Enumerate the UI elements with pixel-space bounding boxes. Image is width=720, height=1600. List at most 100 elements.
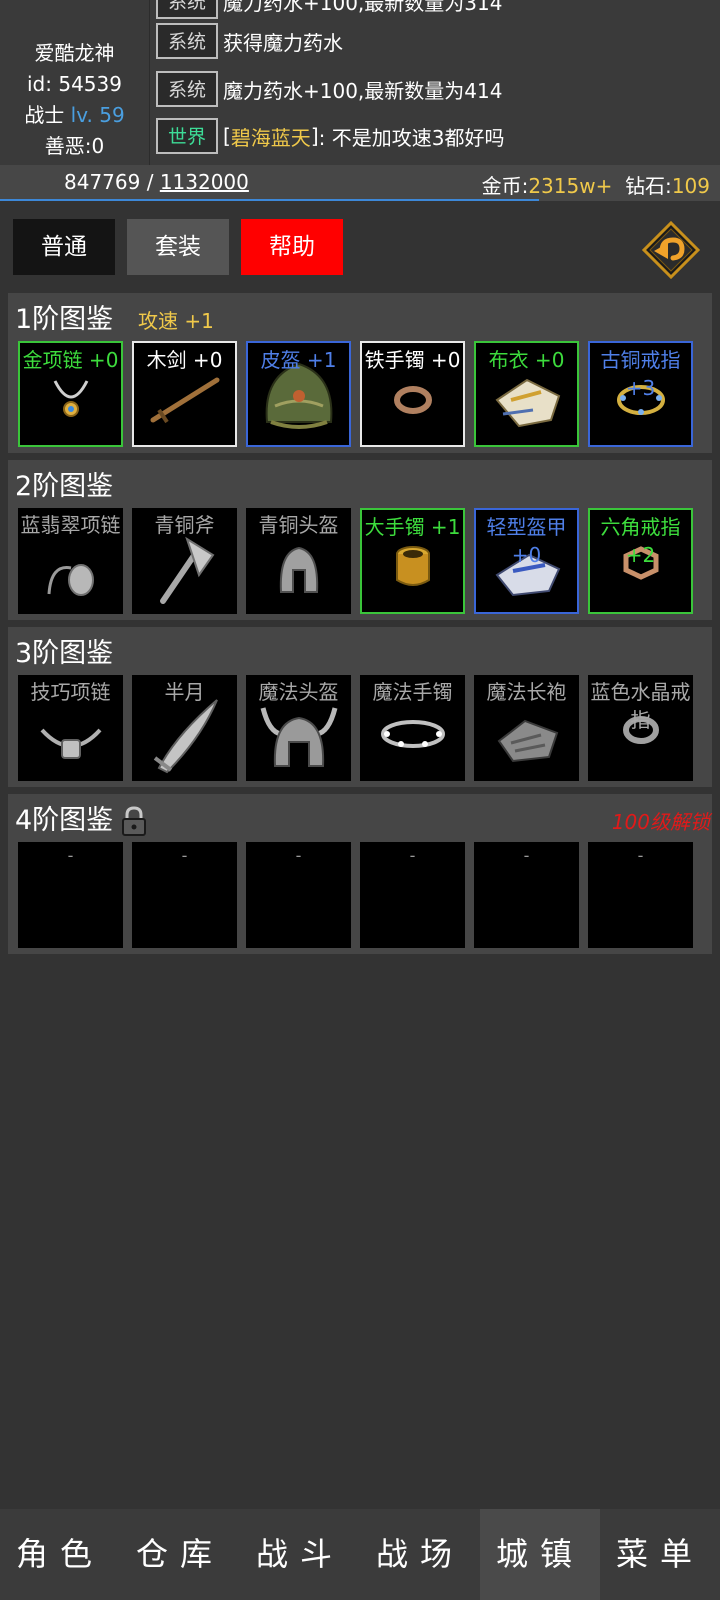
item-label: 魔法手镯 <box>372 680 453 704</box>
item-slot[interactable]: 蓝翡翠项链 <box>18 508 123 614</box>
gold-value: 2315w+ <box>528 174 613 198</box>
item-slot[interactable]: 技巧项链 <box>18 675 123 781</box>
lock-icon <box>122 806 146 836</box>
item-label: 六角戒指 +2 <box>600 515 681 567</box>
item-slot[interactable]: 铁手镯 +0 <box>360 341 465 447</box>
status-bar: 847769 / 1132000 金币:2315w+ 钻石:109 <box>0 165 720 201</box>
nav-town[interactable]: 城镇 <box>480 1509 600 1600</box>
back-arrow-icon <box>641 220 701 280</box>
item-label: 轻型盔甲 +0 <box>486 515 567 567</box>
item-label: 布衣 +0 <box>488 348 565 372</box>
item-label: 魔法头盔 <box>258 680 339 704</box>
collection-tier-4: 4阶图鉴 100级解锁 - - - - - - <box>8 794 712 954</box>
section-title: 2阶图鉴 <box>15 471 114 502</box>
tab-normal[interactable]: 普通 <box>13 219 115 275</box>
item-slot[interactable]: 皮盔 +1 <box>246 341 351 447</box>
nav-battle[interactable]: 战斗 <box>240 1509 360 1600</box>
item-label: 蓝色水晶戒指 <box>590 680 691 732</box>
exp-separator: / <box>140 170 160 194</box>
necklace-icon <box>53 380 88 418</box>
player-class-level: 战士 lv. 59 <box>0 100 149 131</box>
item-slot[interactable]: 木剑 +0 <box>132 341 237 447</box>
item-label: 金项链 +0 <box>22 348 119 372</box>
player-id: id: 54539 <box>27 72 122 96</box>
empty-slot-dash: - <box>523 846 530 865</box>
item-slots: - - - - - - <box>18 842 704 948</box>
bottom-nav: 角色 仓库 战斗 战场 城镇 菜单 <box>0 1509 720 1600</box>
section-title: 4阶图鉴 <box>15 805 114 836</box>
item-label: 魔法长袍 <box>486 680 567 704</box>
help-button[interactable]: 帮助 <box>241 219 343 275</box>
section-title: 3阶图鉴 <box>15 638 114 669</box>
item-slot[interactable]: 蓝色水晶戒指 <box>588 675 693 781</box>
exp-max: 1132000 <box>159 170 249 194</box>
exp-current: 847769 <box>64 170 141 194</box>
exp-text: 847769 / 1132000 <box>64 170 249 194</box>
empty-slot: - <box>246 842 351 948</box>
item-slot[interactable]: 轻型盔甲 +0 <box>474 508 579 614</box>
item-slot[interactable]: 六角戒指 +2 <box>588 508 693 614</box>
nav-character[interactable]: 角色 <box>0 1509 120 1600</box>
chat-message: 获得魔力药水 <box>223 30 343 55</box>
chat-log[interactable]: 系统 魔力药水+100,最新数量为314 系统 获得魔力药水 系统 魔力药水+1… <box>150 0 720 165</box>
robe-icon <box>497 719 558 762</box>
tab-set[interactable]: 套装 <box>127 219 229 275</box>
chat-message: 魔力药水+100,最新数量为414 <box>223 78 503 103</box>
empty-slot-dash: - <box>295 846 302 865</box>
player-name: 爱酷龙神 <box>34 41 115 65</box>
player-info-panel[interactable]: 爱酷龙神 id: 54539 战士 lv. 59 善恶:0 <box>0 0 150 165</box>
item-slot[interactable]: 金项链 +0 <box>18 341 123 447</box>
exp-progress-bar <box>0 199 540 201</box>
item-label: 蓝翡翠项链 <box>20 513 121 537</box>
empty-slot: - <box>360 842 465 948</box>
player-class: 战士 <box>24 103 65 127</box>
chat-tag-system[interactable]: 系统 <box>156 71 218 107</box>
chat-line: 系统 获得魔力药水 <box>156 23 343 59</box>
diamond-label: 钻石: <box>625 174 672 198</box>
chat-tag-world[interactable]: 世界 <box>156 118 218 154</box>
item-slots: 蓝翡翠项链 青铜斧 青铜头盔 大手镯 +1 轻型盔甲 +0 六角戒指 +2 <box>18 508 704 614</box>
item-slot[interactable]: 大手镯 +1 <box>360 508 465 614</box>
empty-slot: - <box>132 842 237 948</box>
empty-slot-dash: - <box>67 846 74 865</box>
chat-sender-name[interactable]: 碧海蓝天 <box>231 122 311 151</box>
necklace-icon <box>47 563 94 596</box>
sword-icon <box>153 699 218 774</box>
item-label: 皮盔 +1 <box>260 348 337 372</box>
nav-menu[interactable]: 菜单 <box>600 1509 720 1600</box>
chat-message: 魔力药水+100,最新数量为314 <box>223 0 503 15</box>
item-slots: 金项链 +0 木剑 +0 皮盔 +1 铁手镯 +0 布衣 +0 古铜戒指 +3 <box>18 341 704 447</box>
nav-warehouse[interactable]: 仓库 <box>120 1509 240 1600</box>
wooden-sword-icon <box>150 377 219 424</box>
axe-icon <box>159 537 214 605</box>
empty-slot: - <box>588 842 693 948</box>
empty-slot-dash: - <box>637 846 644 865</box>
unlock-requirement: 100级解锁 <box>611 810 710 834</box>
chat-bracket-close: ] <box>310 124 319 148</box>
empty-slot: - <box>18 842 123 948</box>
item-slot[interactable]: 古铜戒指 +3 <box>588 341 693 447</box>
chat-bracket-open: [ <box>223 124 231 148</box>
chat-message: : 不是加攻速3都好吗 <box>318 125 505 150</box>
collection-tier-1: 1阶图鉴 攻速 +1 金项链 +0 木剑 +0 皮盔 +1 铁手镯 +0 布衣 … <box>8 293 712 453</box>
back-button[interactable] <box>641 220 701 280</box>
item-label: 半月 <box>164 680 205 704</box>
necklace-icon <box>40 728 101 759</box>
item-slot[interactable]: 青铜头盔 <box>246 508 351 614</box>
empty-slot: - <box>474 842 579 948</box>
item-label: 青铜斧 <box>154 513 215 537</box>
horned-helmet-icon <box>260 707 337 768</box>
item-slot[interactable]: 布衣 +0 <box>474 341 579 447</box>
chat-tag-system[interactable]: 系统 <box>156 23 218 59</box>
item-slot[interactable]: 魔法手镯 <box>360 675 465 781</box>
nav-arena[interactable]: 战场 <box>360 1509 480 1600</box>
chat-tag-system[interactable]: 系统 <box>156 0 218 19</box>
item-slot[interactable]: 半月 <box>132 675 237 781</box>
currency-display: 金币:2315w+ 钻石:109 <box>482 170 710 199</box>
item-label: 青铜头盔 <box>258 513 339 537</box>
item-slot[interactable]: 魔法长袍 <box>474 675 579 781</box>
chat-line: 系统 魔力药水+100,最新数量为414 <box>156 71 502 107</box>
item-slot[interactable]: 青铜斧 <box>132 508 237 614</box>
item-label: 技巧项链 <box>30 680 111 704</box>
item-slot[interactable]: 魔法头盔 <box>246 675 351 781</box>
